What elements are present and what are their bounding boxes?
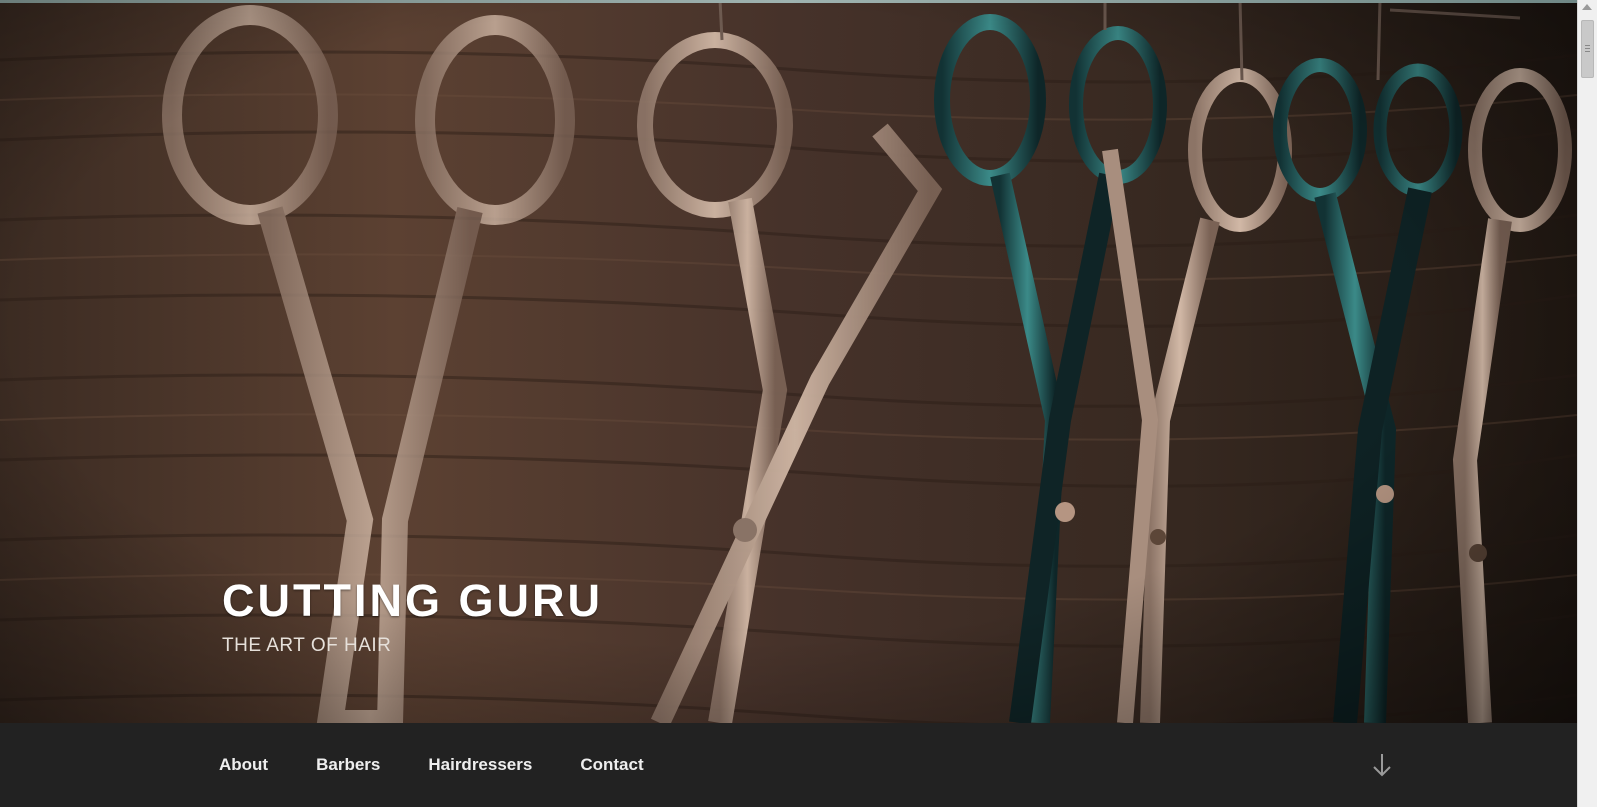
nav-item-barbers: Barbers (316, 755, 380, 775)
grip-line (1585, 51, 1590, 52)
site-tagline: THE ART OF HAIR (222, 635, 392, 656)
nav-menu: About Barbers Hairdressers Contact (219, 723, 644, 807)
vertical-scrollbar[interactable] (1577, 0, 1597, 807)
nav-link-barbers[interactable]: Barbers (316, 755, 380, 774)
nav-link-hairdressers[interactable]: Hairdressers (428, 755, 532, 774)
nav-link-about[interactable]: About (219, 755, 268, 774)
nav-item-contact: Contact (580, 755, 643, 775)
nav-link-contact[interactable]: Contact (580, 755, 643, 774)
arrow-down-icon (1373, 754, 1391, 777)
page: CUTTING GURU THE ART OF HAIR About Barbe… (0, 0, 1597, 807)
scroll-up-arrow-icon[interactable] (1582, 4, 1592, 10)
nav-item-hairdressers: Hairdressers (428, 755, 532, 775)
header-image: CUTTING GURU THE ART OF HAIR (0, 0, 1577, 723)
main-navigation: About Barbers Hairdressers Contact (0, 723, 1577, 807)
hero-top-edge (0, 0, 1577, 3)
scroll-down-button[interactable] (1370, 751, 1394, 779)
site-title[interactable]: CUTTING GURU (222, 573, 603, 629)
grip-line (1585, 45, 1590, 46)
scrollbar-thumb[interactable] (1581, 20, 1594, 78)
grip-line (1585, 48, 1590, 49)
nav-item-about: About (219, 755, 268, 775)
